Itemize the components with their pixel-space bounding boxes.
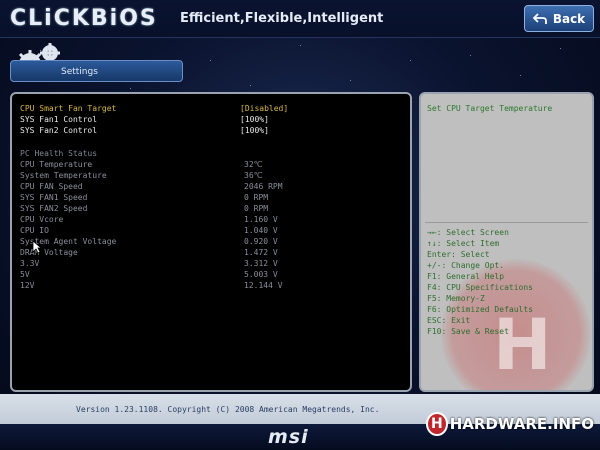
version-text: Version 1.23.1108. Copyright (C) 2008 Am…	[76, 405, 380, 414]
health-label: CPU FAN Speed	[20, 182, 83, 191]
health-value: 1.472 V	[244, 248, 278, 257]
health-label: SYS FAN2 Speed	[20, 204, 88, 213]
help-key: F5: Memory-Z	[427, 294, 485, 303]
back-arrow-icon	[532, 12, 547, 24]
settings-panel: CPU Smart Fan Target [Disabled] SYS Fan1…	[10, 92, 412, 392]
health-label: CPU Vcore	[20, 215, 64, 224]
health-value: 36℃	[244, 171, 263, 180]
setting-label: CPU Smart Fan Target	[20, 104, 117, 113]
hardware-info-logo-icon: H	[426, 412, 448, 436]
setting-label: SYS Fan1 Control	[20, 115, 98, 124]
tagline: Efficient,Flexible,Intelligent	[180, 11, 384, 26]
setting-value: [100%]	[240, 115, 269, 124]
health-label: 12V	[20, 281, 35, 290]
back-button-label: Back	[552, 11, 586, 26]
health-label: DRAM Voltage	[20, 248, 78, 257]
msi-logo: msi	[268, 426, 309, 448]
health-value: 12.144 V	[244, 281, 283, 290]
back-button[interactable]: Back	[524, 5, 594, 32]
setting-label: SYS Fan2 Control	[20, 126, 98, 135]
clickbios-logo: CLiCKBiOS	[10, 6, 158, 31]
health-value: 5.003 V	[244, 270, 278, 279]
health-value: 3.312 V	[244, 259, 278, 268]
hardware-info-text: HARDWARE.INFO	[449, 415, 594, 433]
health-value: 1.040 V	[244, 226, 278, 235]
help-key: ↑↓: Select Item	[427, 239, 500, 248]
help-description: Set CPU Target Temperature	[427, 104, 553, 113]
pc-health-status-heading: PC Health Status	[20, 149, 98, 158]
help-key: F4: CPU Specifications	[427, 283, 533, 292]
health-label: CPU IO	[20, 226, 49, 235]
hardware-info-watermark: H HARDWARE.INFO	[426, 412, 594, 436]
help-key: F10: Save & Reset	[427, 327, 509, 336]
health-value: 0.920 V	[244, 237, 278, 246]
health-value: 0 RPM	[244, 204, 269, 213]
health-value: 1.160 V	[244, 215, 278, 224]
health-label: CPU Temperature	[20, 160, 93, 169]
health-label: SYS FAN1 Speed	[20, 193, 88, 202]
help-key: →←: Select Screen	[427, 228, 509, 237]
help-divider	[425, 222, 588, 223]
tab-settings[interactable]: Settings	[10, 60, 183, 82]
help-key: +/-: Change Opt.	[427, 261, 505, 270]
help-key: Enter: Select	[427, 250, 490, 259]
help-key: F1: General Help	[427, 272, 505, 281]
health-label: 5V	[20, 270, 30, 279]
health-label: System Temperature	[20, 171, 107, 180]
mouse-cursor-icon	[32, 240, 42, 254]
setting-value: [Disabled]	[240, 104, 289, 113]
help-panel: H Set CPU Target Temperature →←: Select …	[419, 92, 594, 392]
setting-value: [100%]	[240, 126, 269, 135]
health-label: 3.3V	[20, 259, 40, 268]
help-key: ESC: Exit	[427, 316, 471, 325]
health-value: 2046 RPM	[244, 182, 283, 191]
watermark-letter: H	[493, 304, 552, 386]
health-value: 0 RPM	[244, 193, 269, 202]
health-value: 32℃	[244, 160, 263, 169]
help-key: F6: Optimized Defaults	[427, 305, 533, 314]
top-bar: CLiCKBiOS Efficient,Flexible,Intelligent…	[0, 0, 600, 38]
